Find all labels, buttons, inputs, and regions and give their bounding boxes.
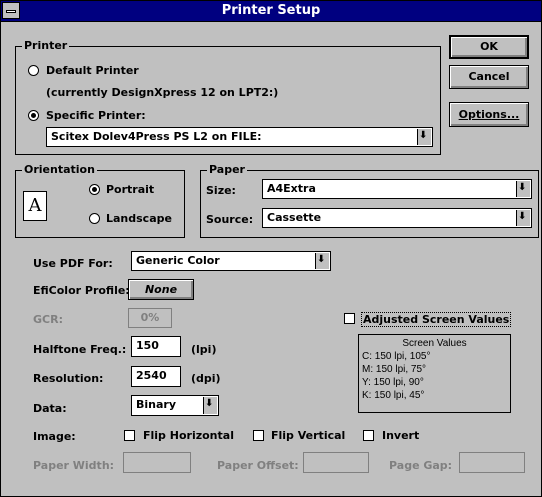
default-printer-radio[interactable] — [28, 65, 39, 76]
flip-horizontal-checkbox[interactable] — [124, 430, 135, 441]
portrait-label[interactable]: Portrait — [106, 183, 154, 196]
resolution-value: 2540 — [136, 369, 167, 382]
portrait-page-icon: A — [23, 191, 47, 221]
resolution-field[interactable]: 2540 — [131, 366, 181, 387]
orientation-legend: Orientation — [22, 163, 97, 176]
gcr-value: 0% — [140, 311, 160, 324]
paper-legend: Paper — [207, 163, 247, 176]
resolution-unit: (dpi) — [191, 372, 221, 385]
page-gap-field — [459, 452, 525, 473]
screen-value-line: K: 150 lpi, 45° — [362, 390, 425, 401]
halftone-unit: (lpi) — [191, 343, 217, 356]
screen-value-line: Y: 150 lpi, 90° — [362, 377, 424, 388]
specific-printer-value: Scitex Dolev4Press PS L2 on FILE: — [51, 130, 262, 143]
flip-vertical-label[interactable]: Flip Vertical — [271, 429, 345, 442]
dropdown-arrow-icon[interactable]: ⬇ — [315, 253, 329, 269]
default-printer-label[interactable]: Default Printer — [46, 64, 139, 77]
paper-width-field — [123, 452, 191, 473]
paper-offset-label: Paper Offset: — [217, 459, 299, 472]
eficolor-profile-button[interactable]: None — [128, 279, 194, 300]
screen-value-line: C: 150 lpi, 105° — [362, 351, 431, 362]
printer-setup-dialog: Printer Setup OK Cancel Options... Print… — [0, 0, 542, 497]
paper-size-label: Size: — [206, 184, 236, 197]
invert-checkbox[interactable] — [363, 430, 374, 441]
paper-offset-field — [303, 452, 369, 473]
paper-width-label: Paper Width: — [33, 459, 115, 472]
use-pdf-label: Use PDF For: — [33, 257, 113, 270]
options-button[interactable]: Options... — [449, 102, 529, 127]
use-pdf-select[interactable]: Generic Color ⬇ — [131, 251, 331, 271]
data-value: Binary — [136, 398, 177, 411]
paper-source-value: Cassette — [267, 211, 322, 224]
adjusted-screen-checkbox[interactable] — [344, 313, 355, 324]
eficolor-label: EfiColor Profile: — [33, 284, 130, 297]
gcr-field: 0% — [128, 308, 172, 328]
portrait-radio[interactable] — [89, 184, 100, 195]
halftone-field[interactable]: 150 — [131, 336, 181, 357]
flip-horizontal-label[interactable]: Flip Horizontal — [143, 429, 234, 442]
dropdown-arrow-icon[interactable]: ⬇ — [417, 129, 431, 145]
specific-printer-select[interactable]: Scitex Dolev4Press PS L2 on FILE: ⬇ — [46, 127, 433, 147]
halftone-value: 150 — [136, 339, 159, 352]
paper-size-select[interactable]: A4Extra ⬇ — [262, 179, 532, 199]
screen-values-title: Screen Values — [402, 338, 467, 349]
landscape-radio[interactable] — [89, 213, 100, 224]
dropdown-arrow-icon[interactable]: ⬇ — [516, 210, 530, 226]
dropdown-arrow-icon[interactable]: ⬇ — [203, 397, 217, 414]
data-select[interactable]: Binary ⬇ — [131, 395, 219, 416]
specific-printer-label[interactable]: Specific Printer: — [46, 109, 146, 122]
ok-button[interactable]: OK — [449, 35, 529, 59]
current-printer-text: (currently DesignXpress 12 on LPT2:) — [46, 86, 279, 99]
specific-printer-radio[interactable] — [28, 110, 39, 121]
paper-source-select[interactable]: Cassette ⬇ — [262, 208, 532, 228]
use-pdf-value: Generic Color — [136, 254, 220, 267]
cancel-button[interactable]: Cancel — [449, 65, 529, 89]
window-title: Printer Setup — [221, 3, 321, 18]
printer-legend: Printer — [22, 39, 70, 52]
adjusted-screen-label[interactable]: Adjusted Screen Values — [361, 312, 512, 327]
paper-source-label: Source: — [206, 213, 254, 226]
invert-label[interactable]: Invert — [382, 429, 419, 442]
paper-size-value: A4Extra — [267, 182, 316, 195]
flip-vertical-checkbox[interactable] — [253, 430, 264, 441]
title-bar: Printer Setup — [1, 1, 541, 22]
page-gap-label: Page Gap: — [389, 459, 453, 472]
page-icon-letter: A — [28, 195, 42, 216]
landscape-label[interactable]: Landscape — [106, 212, 172, 225]
screen-value-line: M: 150 lpi, 75° — [362, 364, 427, 375]
halftone-label: Halftone Freq.: — [33, 343, 127, 356]
image-label: Image: — [33, 430, 76, 443]
gcr-label: GCR: — [33, 313, 63, 326]
screen-values-box: Screen Values C: 150 lpi, 105° M: 150 lp… — [358, 334, 511, 413]
resolution-label: Resolution: — [33, 372, 104, 385]
dropdown-arrow-icon[interactable]: ⬇ — [516, 181, 530, 197]
data-label: Data: — [33, 402, 67, 415]
